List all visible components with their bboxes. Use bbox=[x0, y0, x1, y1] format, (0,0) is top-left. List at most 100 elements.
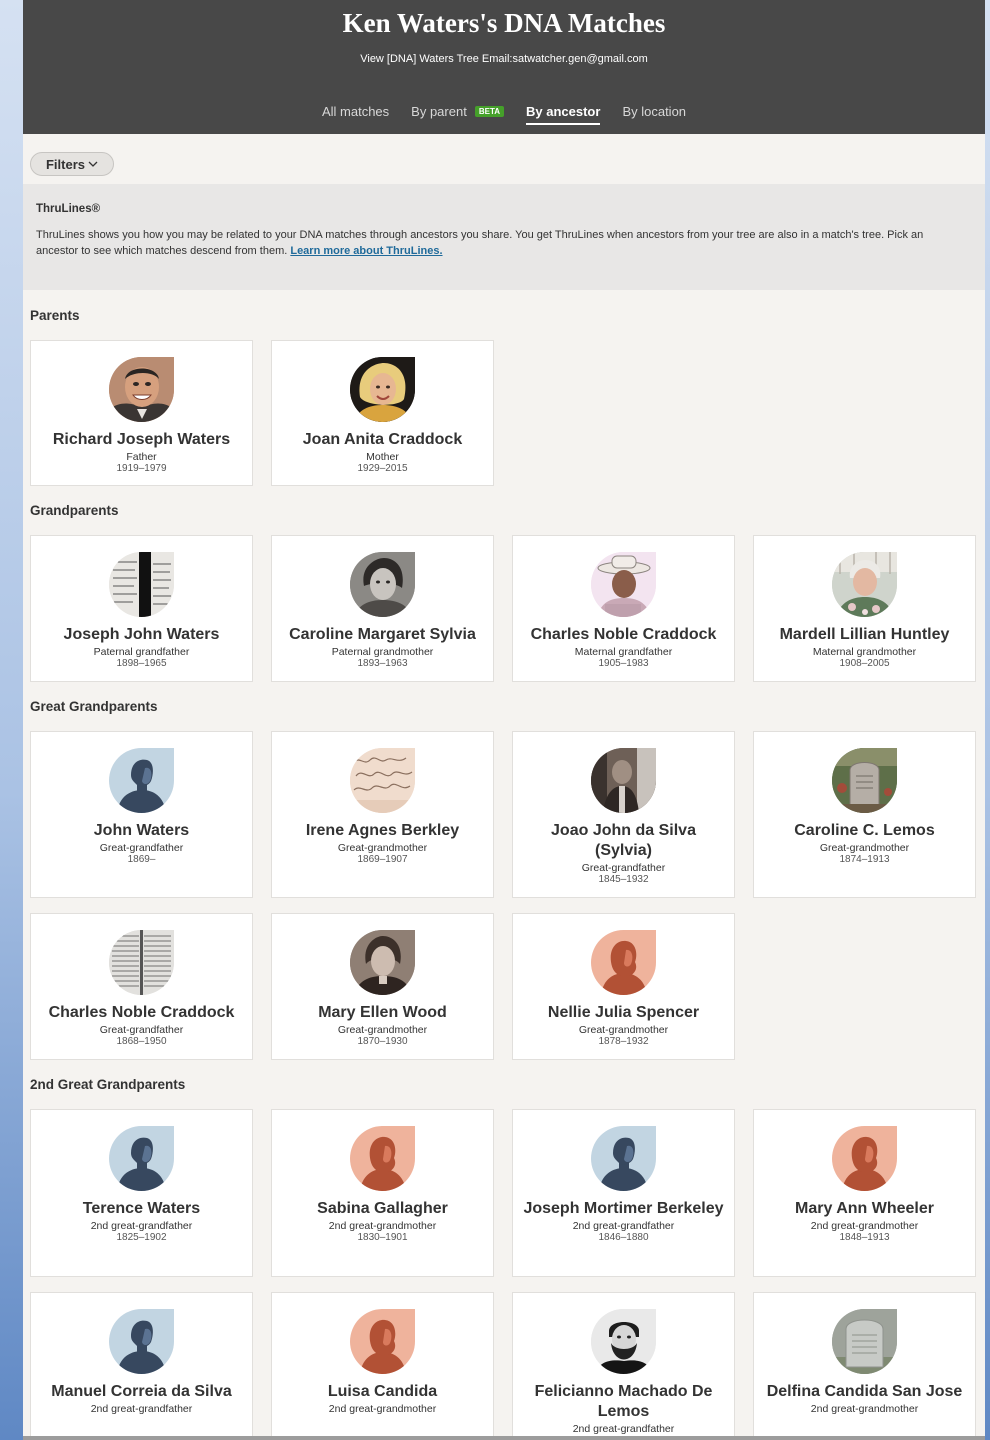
ancestor-name: Nellie Julia Spencer bbox=[547, 1004, 700, 1021]
ancestor-card[interactable]: Terence Waters 2nd great-grandfather 1825–… bbox=[30, 1109, 253, 1277]
ancestor-photo bbox=[350, 930, 415, 995]
ancestor-photo bbox=[832, 552, 897, 617]
ancestor-photo bbox=[591, 748, 656, 813]
ancestor-name: Sabina Gallagher bbox=[317, 1200, 448, 1217]
tab-by-parent[interactable]: By parent BETA bbox=[411, 104, 505, 125]
ancestor-name: Caroline Margaret Sylvia bbox=[289, 626, 476, 643]
ancestor-card[interactable]: Mary Ann Wheeler 2nd great-grandmother 184… bbox=[753, 1109, 976, 1277]
ancestor-relation: 2nd great-grandmother bbox=[328, 1403, 437, 1415]
ancestor-photo bbox=[350, 357, 415, 422]
ancestor-name: Joao John da Silva (Sylvia) bbox=[551, 822, 696, 859]
beta-badge: BETA bbox=[474, 106, 505, 117]
ancestor-dates: 1845–1932 bbox=[598, 874, 649, 885]
ancestor-photo bbox=[109, 357, 174, 422]
page-header: Ken Waters's DNA Matches View [DNA] Wate… bbox=[23, 0, 985, 134]
tab-all-matches[interactable]: All matches bbox=[322, 104, 389, 125]
chevron-down-icon bbox=[88, 161, 98, 167]
ancestor-card[interactable]: Mardell Lillian Huntley Maternal grandmot… bbox=[753, 535, 976, 682]
ancestor-card[interactable]: Joseph John Waters Paternal grandfather 18… bbox=[30, 535, 253, 682]
page-title: Ken Waters's DNA Matches bbox=[342, 8, 666, 38]
ancestor-card[interactable]: Mary Ellen Wood Great-grandmother 1870–193… bbox=[271, 913, 494, 1060]
section-title: Great Grandparents bbox=[30, 699, 158, 714]
ancestor-dates: 1825–1902 bbox=[116, 1232, 167, 1243]
scrollbar-track bbox=[23, 1436, 985, 1440]
match-tabs: All matches By parent BETA By ancestor By… bbox=[23, 104, 985, 125]
ancestor-photo bbox=[109, 748, 174, 813]
ancestor-relation: Great-grandfather bbox=[581, 862, 666, 874]
ancestor-name: Charles Noble Craddock bbox=[530, 626, 717, 643]
tab-label: By location bbox=[622, 104, 687, 119]
ancestor-name: Terence Waters bbox=[82, 1200, 201, 1217]
thrulines-title: ThruLines® bbox=[36, 203, 101, 215]
ancestor-card[interactable]: Manuel Correia da Silva 2nd great-grandfa… bbox=[30, 1292, 253, 1440]
ancestor-card[interactable]: Charles Noble Craddock Great-grandfather 1… bbox=[30, 913, 253, 1060]
ancestor-card[interactable]: Delfina Candida San Jose 2nd great-grandm… bbox=[753, 1292, 976, 1440]
ancestor-relation: Maternal grandmother bbox=[812, 646, 917, 658]
ancestor-photo bbox=[109, 552, 174, 617]
ancestor-relation: Maternal grandfather bbox=[574, 646, 673, 658]
ancestor-name: Mary Ellen Wood bbox=[318, 1004, 447, 1021]
ancestor-card[interactable]: Caroline Margaret Sylvia Paternal grandmo… bbox=[271, 535, 494, 682]
ancestor-dates: 1869– bbox=[127, 854, 156, 865]
thrulines-info: ThruLines® ThruLines shows you how you m… bbox=[23, 184, 985, 290]
ancestor-dates: 1848–1913 bbox=[839, 1232, 890, 1243]
ancestor-card[interactable]: Felicianno Machado De Lemos 2nd great-gra… bbox=[512, 1292, 735, 1440]
ancestor-card[interactable]: Richard Joseph Waters Father 1919–1979 bbox=[30, 340, 253, 486]
ancestor-name: Joan Anita Craddock bbox=[302, 431, 463, 448]
learn-more-link[interactable]: Learn more about ThruLines. bbox=[290, 245, 442, 257]
filters-bar: Filters bbox=[23, 134, 985, 184]
tab-by-ancestor[interactable]: By ancestor bbox=[526, 104, 601, 125]
ancestor-relation: 2nd great-grandfather bbox=[90, 1220, 193, 1232]
tab-by-location[interactable]: By location bbox=[622, 104, 686, 125]
ancestor-photo bbox=[832, 748, 897, 813]
ancestor-photo bbox=[109, 930, 174, 995]
ancestor-relation: Paternal grandmother bbox=[331, 646, 434, 658]
tab-label: All matches bbox=[321, 104, 390, 119]
ancestor-dates: 1898–1965 bbox=[116, 658, 167, 669]
ancestor-relation: Great-grandmother bbox=[819, 842, 910, 854]
ancestor-name: Felicianno Machado De Lemos bbox=[534, 1383, 713, 1420]
filters-button[interactable]: Filters bbox=[30, 152, 114, 176]
ancestor-dates: 1869–1907 bbox=[357, 854, 408, 865]
ancestor-photo bbox=[109, 1126, 174, 1191]
ancestor-name: John Waters bbox=[93, 822, 190, 839]
ancestor-relation: 2nd great-grandmother bbox=[810, 1220, 919, 1232]
ancestor-relation: 2nd great-grandmother bbox=[810, 1403, 919, 1415]
ancestor-dates: 1893–1963 bbox=[357, 658, 408, 669]
ancestor-relation: Mother bbox=[366, 451, 399, 463]
ancestor-card[interactable]: Irene Agnes Berkley Great-grandmother 1869… bbox=[271, 731, 494, 898]
ancestor-card[interactable]: Joao John da Silva (Sylvia) Great-grandfa… bbox=[512, 731, 735, 898]
ancestor-relation: Great-grandmother bbox=[578, 1024, 669, 1036]
ancestor-card[interactable]: Caroline C. Lemos Great-grandmother 1874–1… bbox=[753, 731, 976, 898]
header-subline: View [DNA] Waters Tree Email:satwatcher.… bbox=[23, 53, 985, 65]
ancestor-card[interactable]: Sabina Gallagher 2nd great-grandmother 183… bbox=[271, 1109, 494, 1277]
thrulines-text: ThruLines shows you how you may be relat… bbox=[36, 229, 924, 257]
ancestor-card[interactable]: Luisa Candida 2nd great-grandmother bbox=[271, 1292, 494, 1440]
ancestor-relation: Great-grandmother bbox=[337, 1024, 428, 1036]
ancestor-photo bbox=[591, 1126, 656, 1191]
tab-label: By parent bbox=[411, 104, 467, 119]
ancestor-card[interactable]: Joan Anita Craddock Mother 1929–2015 bbox=[271, 340, 494, 486]
ancestor-card[interactable]: Nellie Julia Spencer Great-grandmother 187… bbox=[512, 913, 735, 1060]
ancestor-relation: Great-grandmother bbox=[337, 842, 428, 854]
ancestor-photo bbox=[591, 552, 656, 617]
ancestor-relation: Great-grandfather bbox=[99, 842, 184, 854]
ancestor-name: Joseph John Waters bbox=[63, 626, 220, 643]
ancestor-name: Caroline C. Lemos bbox=[794, 822, 935, 839]
email-link[interactable]: satwatcher.gen@gmail.com bbox=[512, 53, 647, 65]
section-title: Parents bbox=[30, 308, 80, 323]
ancestor-card[interactable]: Charles Noble Craddock Maternal grandfath… bbox=[512, 535, 735, 682]
ancestor-card[interactable]: Joseph Mortimer Berkeley 2nd great-grandf… bbox=[512, 1109, 735, 1277]
ancestor-card[interactable]: John Waters Great-grandfather 1869– bbox=[30, 731, 253, 898]
ancestor-relation: Paternal grandfather bbox=[93, 646, 190, 658]
ancestor-name: Mardell Lillian Huntley bbox=[779, 626, 950, 643]
ancestor-photo bbox=[350, 1309, 415, 1374]
email-label: Email: bbox=[481, 53, 513, 65]
tree-link[interactable]: View [DNA] Waters Tree bbox=[360, 53, 479, 65]
ancestor-dates: 1878–1932 bbox=[598, 1036, 649, 1047]
thrulines-description: ThruLines shows you how you may be relat… bbox=[36, 227, 966, 259]
ancestor-dates: 1908–2005 bbox=[839, 658, 890, 669]
ancestor-photo bbox=[832, 1309, 897, 1374]
ancestor-photo bbox=[591, 1309, 656, 1374]
ancestor-dates: 1874–1913 bbox=[839, 854, 890, 865]
